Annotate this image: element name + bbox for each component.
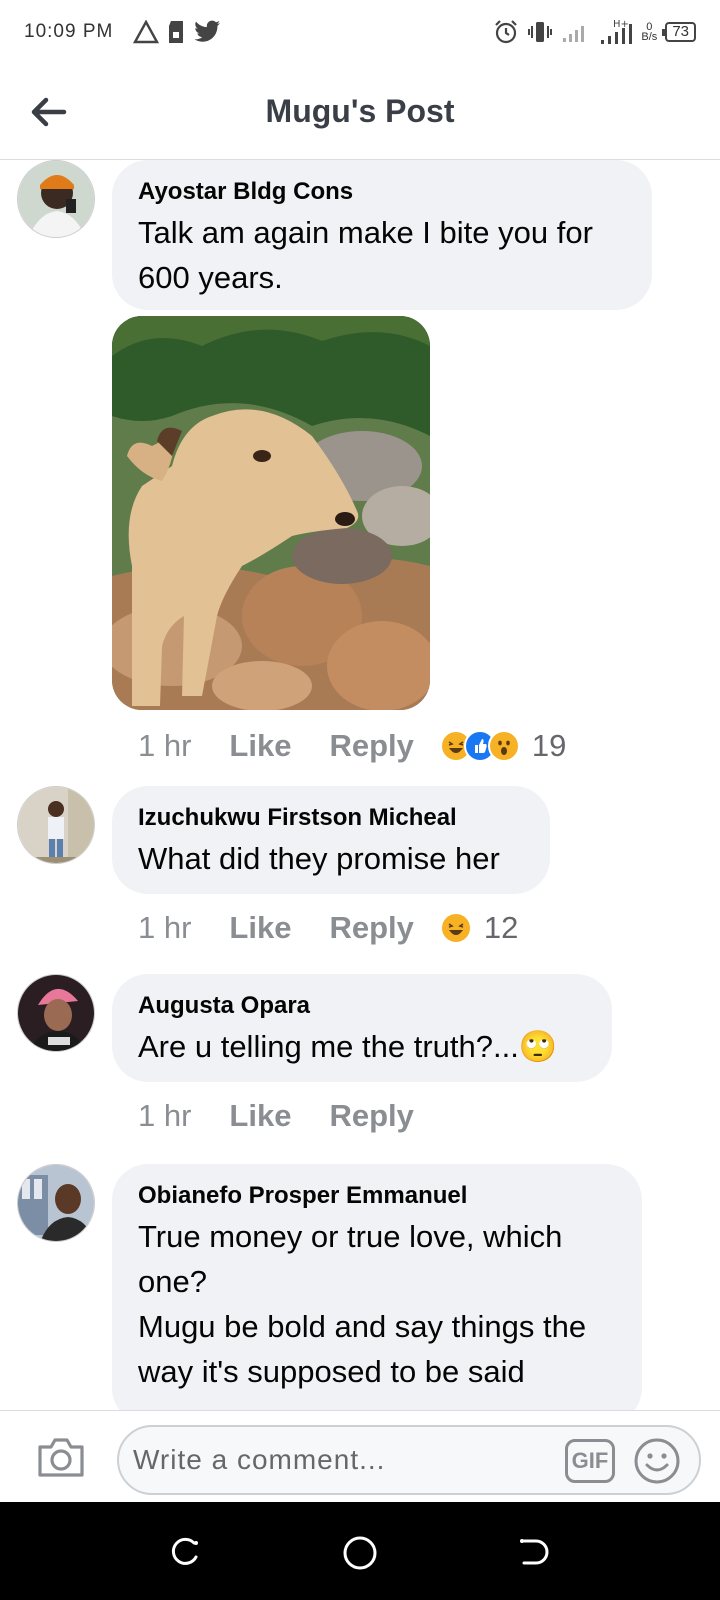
reaction-count: 19 [531,728,567,763]
status-time: 10:09 PM [24,21,114,42]
comment-photo[interactable] [112,316,430,710]
reaction-count: 12 [483,910,519,945]
battery-indicator: 73 [662,22,696,42]
alarm-icon [495,20,518,44]
comment-input-placeholder: Write a comment... [133,1444,386,1475]
comments-list[interactable]: Ayostar Bldg Cons Talk am again make I b… [0,160,720,1410]
comment-meta: 1 hr Like Reply 12 [138,910,518,946]
reactions-summary[interactable]: 12 [439,910,519,946]
signal-icon [563,26,585,42]
comment-input[interactable]: Write a comment... GIF [117,1425,701,1495]
avatar[interactable] [17,786,95,864]
home-icon[interactable] [342,1535,378,1571]
eye-roll-emoji-icon: 🙄 [518,1029,558,1064]
comment-bubble[interactable]: Ayostar Bldg Cons Talk am again make I b… [112,160,652,310]
haha-reaction-icon [439,912,472,944]
comment-author[interactable]: Obianefo Prosper Emmanuel [138,1182,616,1210]
comment-meta: 1 hr Like Reply [138,1098,452,1134]
signal-h-plus-icon: H+ [601,19,633,44]
comment-text: Talk am again make I bite you for 600 ye… [138,215,593,295]
reply-button[interactable]: Reply [329,728,413,764]
reply-button[interactable]: Reply [329,1098,413,1134]
svg-text:H+: H+ [613,19,629,30]
comment-text-body: Are u telling me the truth?... [138,1029,519,1064]
reactions-summary[interactable]: 19 [439,728,567,764]
status-bar: 10:09 PM H+ 0 B/s 73 [0,0,720,64]
avatar[interactable] [17,160,95,238]
like-button[interactable]: Like [229,910,291,946]
comment-author[interactable]: Ayostar Bldg Cons [138,178,626,206]
post-header: Mugu's Post [0,64,720,160]
comment-time[interactable]: 1 hr [138,728,191,764]
comment-bubble[interactable]: Obianefo Prosper Emmanuel True money or … [112,1164,642,1410]
camera-icon[interactable] [36,1435,86,1479]
comment-text: What did they promise her [138,841,500,876]
avatar[interactable] [17,1164,95,1242]
comment-time[interactable]: 1 hr [138,1098,191,1134]
comment-composer: Write a comment... GIF [0,1410,720,1502]
comment-meta: 1 hr Like Reply 19 [138,728,566,764]
recent-apps-icon[interactable] [168,1535,202,1569]
comment-text-line: True money or true love, which one? [138,1219,563,1299]
network-speed: 0 B/s [641,22,658,43]
system-nav-bar [0,1502,720,1600]
gif-button[interactable]: GIF [565,1439,615,1483]
twitter-icon [194,20,221,42]
wow-reaction-icon [487,730,520,762]
comment-text: True money or true love, which one? Mugu… [138,1214,616,1394]
comment-author[interactable]: Izuchukwu Firstson Micheal [138,804,524,832]
reply-button[interactable]: Reply [329,910,413,946]
arrow-left-icon[interactable] [28,92,68,132]
like-button[interactable]: Like [229,728,291,764]
like-button[interactable]: Like [229,1098,291,1134]
sd-card-icon [169,21,184,43]
back-icon[interactable] [516,1535,550,1569]
network-speed-unit: B/s [641,31,658,43]
comment-time[interactable]: 1 hr [138,910,191,946]
emoji-icon[interactable] [633,1437,681,1485]
warning-icon [133,20,160,44]
comment-text-line: Mugu be bold and say things the way it's… [138,1309,587,1389]
avatar[interactable] [17,974,95,1052]
page-title: Mugu's Post [265,93,455,129]
comment-bubble[interactable]: Augusta Opara Are u telling me the truth… [112,974,612,1082]
comment-bubble[interactable]: Izuchukwu Firstson Micheal What did they… [112,786,550,894]
comment-text: Are u telling me the truth?...🙄 [138,1024,586,1069]
vibrate-icon [528,22,553,42]
comment-author[interactable]: Augusta Opara [138,992,586,1020]
